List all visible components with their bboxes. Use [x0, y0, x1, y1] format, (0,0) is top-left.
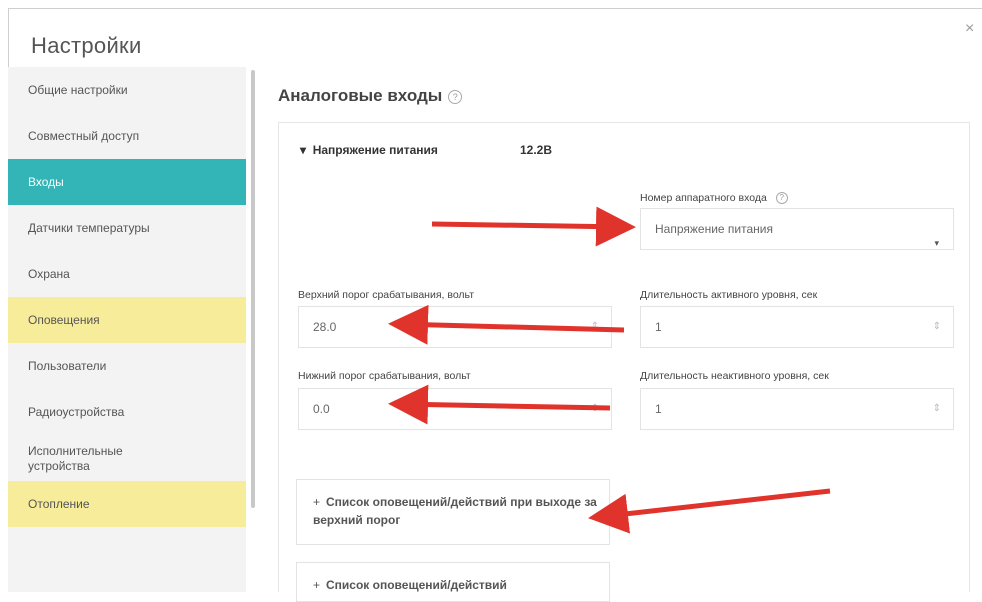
window-title: Настройки [31, 33, 142, 58]
lower-threshold-input[interactable]: 0.0 ⇕ [298, 388, 612, 430]
settings-sidebar: Общие настройки Совместный доступ Входы … [8, 67, 246, 592]
actions-upper-label: Список оповещений/действий при выходе за… [313, 495, 597, 527]
active-duration-label: Длительность активного уровня, сек [640, 289, 818, 301]
page-title: Аналоговые входы? [278, 86, 463, 106]
inactive-duration-input[interactable]: 1 ⇕ [640, 388, 954, 430]
sidebar-scrollbar[interactable] [251, 70, 255, 508]
sidebar-item-security[interactable]: Охрана [8, 251, 246, 297]
sidebar-item-actuators[interactable]: Исполнительные устройства [8, 435, 168, 481]
section-toggle[interactable]: ▾ Напряжение питания [300, 143, 438, 157]
sidebar-item-general[interactable]: Общие настройки [8, 67, 246, 113]
hw-input-label: Номер аппаратного входа ? [640, 192, 788, 205]
lower-threshold-label: Нижний порог срабатывания, вольт [298, 370, 471, 382]
upper-threshold-label: Верхний порог срабатывания, вольт [298, 289, 475, 301]
sidebar-item-inputs[interactable]: Входы [8, 159, 246, 205]
upper-threshold-value: 28.0 [313, 320, 337, 334]
actions-upper-threshold-toggle[interactable]: + Список оповещений/действий при выходе з… [296, 479, 610, 545]
supply-voltage-value: 12.2В [520, 143, 553, 157]
inactive-duration-value: 1 [655, 402, 662, 416]
upper-threshold-input[interactable]: 28.0 ⇕ [298, 306, 612, 348]
actions-lower-label: Список оповещений/действий [326, 578, 507, 592]
sidebar-item-heating[interactable]: Отопление [8, 481, 246, 527]
actions-lower-threshold-toggle[interactable]: + Список оповещений/действий [296, 562, 610, 602]
hw-input-label-text: Номер аппаратного входа [640, 192, 767, 204]
sidebar-item-users[interactable]: Пользователи [8, 343, 246, 389]
active-duration-value: 1 [655, 320, 662, 334]
active-duration-input[interactable]: 1 ⇕ [640, 306, 954, 348]
spinner-icon[interactable]: ⇕ [933, 307, 941, 347]
close-icon[interactable]: × [965, 20, 974, 38]
hw-input-select[interactable]: Напряжение питания ▾ [640, 208, 954, 250]
lower-threshold-value: 0.0 [313, 402, 330, 416]
hw-input-selected: Напряжение питания [655, 222, 773, 236]
help-icon[interactable]: ? [448, 89, 463, 104]
plus-icon: + [313, 578, 321, 592]
spinner-icon[interactable]: ⇕ [591, 389, 599, 429]
collapse-toggle-icon: ▾ [300, 143, 307, 157]
sidebar-item-shared-access[interactable]: Совместный доступ [8, 113, 246, 159]
chevron-down-icon: ▾ [934, 238, 939, 248]
sidebar-item-radio-devices[interactable]: Радиоустройства [8, 389, 246, 435]
window-header: Настройки [9, 9, 982, 71]
section-label: Напряжение питания [312, 143, 438, 157]
inactive-duration-label: Длительность неактивного уровня, сек [640, 370, 829, 382]
sidebar-item-temperature-sensors[interactable]: Датчики температуры [8, 205, 246, 251]
sidebar-item-notifications[interactable]: Оповещения [8, 297, 246, 343]
plus-icon: + [313, 495, 321, 509]
hw-input-help-icon[interactable]: ? [775, 192, 788, 205]
page-title-text: Аналоговые входы [278, 86, 443, 105]
spinner-icon[interactable]: ⇕ [591, 307, 599, 347]
spinner-icon[interactable]: ⇕ [933, 389, 941, 429]
